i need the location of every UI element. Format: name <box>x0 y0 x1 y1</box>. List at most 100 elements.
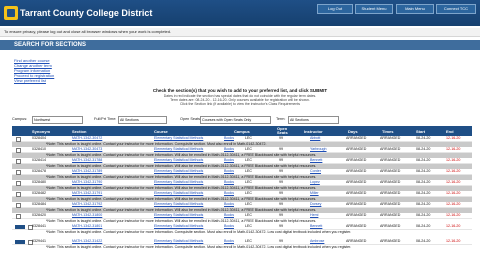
instructor-link[interactable]: Dorsey <box>310 202 321 207</box>
course-link[interactable]: Elementary Statistical Methods <box>154 202 203 207</box>
end-date-cell: 12-16-20 <box>446 169 461 173</box>
student-menu-button[interactable]: Student Menu <box>355 4 393 14</box>
header-start: Start <box>416 129 426 134</box>
start-date-cell: 08-24-20 <box>416 202 431 206</box>
days-cell: ARRANGED <box>346 213 367 217</box>
course-link[interactable]: Elementary Statistical Methods <box>154 169 203 174</box>
synonym-cell: 0328420 <box>32 213 46 217</box>
section-link[interactable]: MATH-1342-31801 <box>72 224 102 229</box>
section-note: *Note: This section is taught online. Co… <box>12 245 472 254</box>
term-select[interactable]: All Sections <box>288 116 339 124</box>
times-cell: ARRANGED <box>380 191 401 195</box>
books-link[interactable]: Books <box>224 202 234 207</box>
course-link[interactable]: Elementary Statistical Methods <box>154 239 203 244</box>
college-logo-icon <box>4 6 18 20</box>
course-link[interactable]: Elementary Statistical Methods <box>154 224 203 229</box>
books-link[interactable]: Books <box>224 239 234 244</box>
section-link[interactable]: MATH-1342-31792 <box>72 202 102 207</box>
end-date-cell: 12-16-20 <box>446 213 461 217</box>
header-synonym: Synonym <box>32 129 51 134</box>
seats-cell: 99 <box>279 224 283 228</box>
section-link[interactable]: MATH-1342-30473 <box>72 147 102 152</box>
course-link[interactable]: Elementary Statistical Methods <box>154 213 203 218</box>
course-link[interactable]: Elementary Statistical Methods <box>154 136 203 141</box>
open-seats-select[interactable]: Courses with Open Seats Only <box>200 116 271 124</box>
instructor-link[interactable]: Bennett <box>310 158 322 163</box>
header-campus: Campus <box>234 129 250 134</box>
synonym-cell: 0328410 <box>32 147 46 151</box>
start-date-cell: 08-24-20 <box>416 191 431 195</box>
times-cell: ARRANGED <box>380 224 401 228</box>
section-link[interactable]: MATH-1342-31788 <box>72 158 102 163</box>
books-link[interactable]: Books <box>224 169 234 174</box>
section-link[interactable]: MATH-1342-31790 <box>72 180 102 185</box>
instructor-link[interactable]: Ambrose <box>310 239 324 244</box>
table-header-row: Synonym Section Course Campus Open Seats… <box>12 126 472 136</box>
instructor-link[interactable]: Bennett <box>310 224 322 229</box>
privacy-notice-text: To ensure privacy, please log out and cl… <box>4 29 172 34</box>
method-cell: LEC <box>245 136 252 140</box>
header-bar: Tarrant County College District Log Out … <box>0 0 480 26</box>
books-link[interactable]: Books <box>224 180 234 185</box>
end-date-cell: 12-16-20 <box>446 147 461 151</box>
fulltime-select[interactable]: All Sections <box>118 116 167 124</box>
section-link[interactable]: MATH-1342-30472 <box>72 136 102 141</box>
start-date-cell: 08-24-20 <box>416 136 431 140</box>
instructor-link[interactable]: Corder <box>310 169 321 174</box>
method-cell: LEC <box>245 147 252 151</box>
start-date-cell: 08-24-20 <box>416 224 431 228</box>
books-link[interactable]: Books <box>224 191 234 196</box>
synonym-cell: 0328414 <box>32 158 46 162</box>
days-cell: ARRANGED <box>346 158 367 162</box>
instructor-link[interactable]: Miller <box>310 191 319 196</box>
link-view-preferred-list[interactable]: View preferred list <box>14 78 94 83</box>
header-open-seats: Open Seats <box>277 126 288 135</box>
course-link[interactable]: Elementary Statistical Methods <box>154 191 203 196</box>
days-cell: ARRANGED <box>346 136 367 140</box>
log-out-button[interactable]: Log Out <box>317 4 353 14</box>
method-cell: LEC <box>245 158 252 162</box>
section-link[interactable]: MATH-1342-31800 <box>72 213 102 218</box>
seats-cell: 99 <box>279 180 283 184</box>
course-link[interactable]: Elementary Statistical Methods <box>154 158 203 163</box>
main-menu-button[interactable]: Main Menu <box>396 4 434 14</box>
start-date-cell: 08-24-20 <box>416 158 431 162</box>
header-instructor: Instructor <box>304 129 323 134</box>
instructor-link[interactable]: Abbott <box>310 136 320 141</box>
course-link[interactable]: Elementary Statistical Methods <box>154 147 203 152</box>
method-cell: LEC <box>245 224 252 228</box>
books-link[interactable]: Books <box>224 147 234 152</box>
instructor-link[interactable]: Lopez <box>310 180 320 185</box>
header-end: End <box>446 129 454 134</box>
filter-bar: Campus: Northwest Full/Prt Time: All Sec… <box>12 115 472 124</box>
end-date-cell: 12-16-20 <box>446 202 461 206</box>
campus-select[interactable]: Northwest <box>32 116 83 124</box>
section-group: 0329441 MATH-1342-31422 Elementary Stati… <box>12 239 472 255</box>
section-group: 0328478 MATH-1342-31789 Elementary Stati… <box>12 169 472 180</box>
section-note: *Note: This section is taught online. Co… <box>12 230 472 239</box>
fulltime-filter-label: Full/Prt Time: <box>94 117 117 121</box>
times-cell: ARRANGED <box>380 169 401 173</box>
times-cell: ARRANGED <box>380 239 401 243</box>
instructor-link[interactable]: Hemi <box>310 213 318 218</box>
books-link[interactable]: Books <box>224 158 234 163</box>
times-cell: ARRANGED <box>380 136 401 140</box>
end-date-cell: 12-16-20 <box>446 158 461 162</box>
section-group: 0328410 MATH-1342-30473 Elementary Stati… <box>12 147 472 158</box>
section-link[interactable]: MATH-1342-31789 <box>72 169 102 174</box>
books-link[interactable]: Books <box>224 224 234 229</box>
times-cell: ARRANGED <box>380 180 401 184</box>
section-link[interactable]: MATH-1342-31422 <box>72 239 102 244</box>
open-seats-filter-label: Open Seats: <box>180 117 202 121</box>
section-link[interactable]: MATH-1342-31791 <box>72 191 102 196</box>
synonym-cell: 0329441 <box>32 239 46 243</box>
instructor-link[interactable]: Yarbrough <box>310 147 327 152</box>
books-link[interactable]: Books <box>224 213 234 218</box>
connect-tcc-button[interactable]: Connect TCC <box>436 4 476 14</box>
header-section: Section <box>72 129 87 134</box>
books-link[interactable]: Books <box>224 136 234 141</box>
section-group: 0328404 MATH-1342-30472 Elementary Stati… <box>12 136 472 147</box>
campus-filter-label: Campus: <box>12 117 28 121</box>
method-cell: LEC <box>245 169 252 173</box>
course-link[interactable]: Elementary Statistical Methods <box>154 180 203 185</box>
